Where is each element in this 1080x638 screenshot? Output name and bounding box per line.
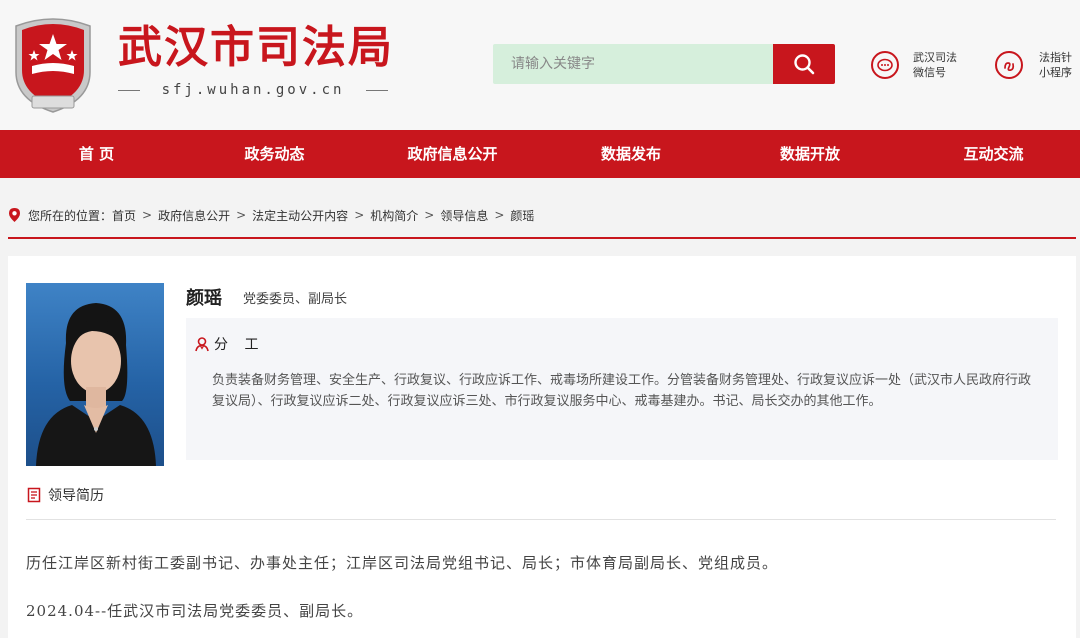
wechat-icon [871,51,899,79]
site-title: 武汉市司法局 [118,22,394,73]
duty-title: 分 工 [214,337,265,353]
bio-paragraph: 2024.04--任武汉市司法局党委委员、副局长。 [26,602,364,620]
site-domain: sfj.wuhan.gov.cn [118,80,388,100]
nav-interaction[interactable]: 互动交流 [907,130,1080,178]
breadcrumb-prefix: 您所在的位置： [28,208,113,223]
miniprogram-icon [995,51,1023,79]
leader-photo [26,283,164,466]
bio-divider [26,519,1056,520]
duty-heading: 分 工 [194,334,264,354]
miniprogram-label: 法指针 小程序 [1039,51,1072,79]
breadcrumb-org-intro[interactable]: 机构简介 [370,207,418,224]
breadcrumb-separator: > [142,208,153,222]
breadcrumb-statutory-content[interactable]: 法定主动公开内容 [252,207,348,224]
leader-profile-card: 颜瑶 党委委员、副局长 分 工 负责装备财务管理、安全生产、行政复议、行政应诉工… [8,256,1076,638]
breadcrumb-current: 颜瑶 [510,208,535,223]
document-icon [27,487,41,503]
breadcrumb-home[interactable]: 首页 [112,207,136,224]
leader-name: 颜瑶 [186,288,222,309]
nav-data-release[interactable]: 数据发布 [549,130,713,178]
breadcrumb-separator: > [354,208,365,222]
bio-title: 领导简历 [48,488,104,504]
search-input[interactable] [493,44,773,84]
person-icon [195,337,209,352]
breadcrumb-separator: > [424,208,435,222]
breadcrumb: 您所在的位置： 首页 > 政府信息公开 > 法定主动公开内容 > 机构简介 > … [8,200,534,230]
emblem-icon[interactable] [8,14,98,114]
bio-heading: 领导简历 [26,485,104,505]
duty-section: 分 工 负责装备财务管理、安全生产、行政复议、行政应诉工作、戒毒场所建设工作。分… [186,318,1058,460]
nav-info-disclosure[interactable]: 政府信息公开 [356,130,549,178]
nav-open-data[interactable]: 数据开放 [713,130,907,178]
search-icon [794,54,815,75]
search-bar [493,44,835,84]
nav-home[interactable]: 首 页 [0,130,193,178]
breadcrumb-leaders[interactable]: 领导信息 [440,207,488,224]
breadcrumb-info-disclosure[interactable]: 政府信息公开 [158,207,230,224]
site-domain-text: sfj.wuhan.gov.cn [161,82,345,98]
leader-position: 党委委员、副局长 [243,292,348,307]
bio-paragraph: 历任江岸区新村街工委副书记、办事处主任；江岸区司法局党组书记、局长；市体育局副局… [26,554,779,572]
miniprogram-link[interactable]: 法指针 小程序 [995,48,1080,82]
site-header: 武汉市司法局 sfj.wuhan.gov.cn 武汉司法 微信号 [0,0,1080,130]
main-nav: 首 页 政务动态 政府信息公开 数据发布 数据开放 互动交流 [0,130,1080,178]
divider [8,237,1076,239]
breadcrumb-separator: > [236,208,247,222]
duty-text: 负责装备财务管理、安全生产、行政复议、行政应诉工作、戒毒场所建设工作。分管装备财… [212,373,1032,409]
wechat-label: 武汉司法 微信号 [913,51,957,79]
breadcrumb-separator: > [494,208,505,222]
wechat-link[interactable]: 武汉司法 微信号 [871,48,959,82]
search-button[interactable] [773,44,835,84]
nav-news[interactable]: 政务动态 [193,130,356,178]
location-pin-icon [9,208,20,222]
